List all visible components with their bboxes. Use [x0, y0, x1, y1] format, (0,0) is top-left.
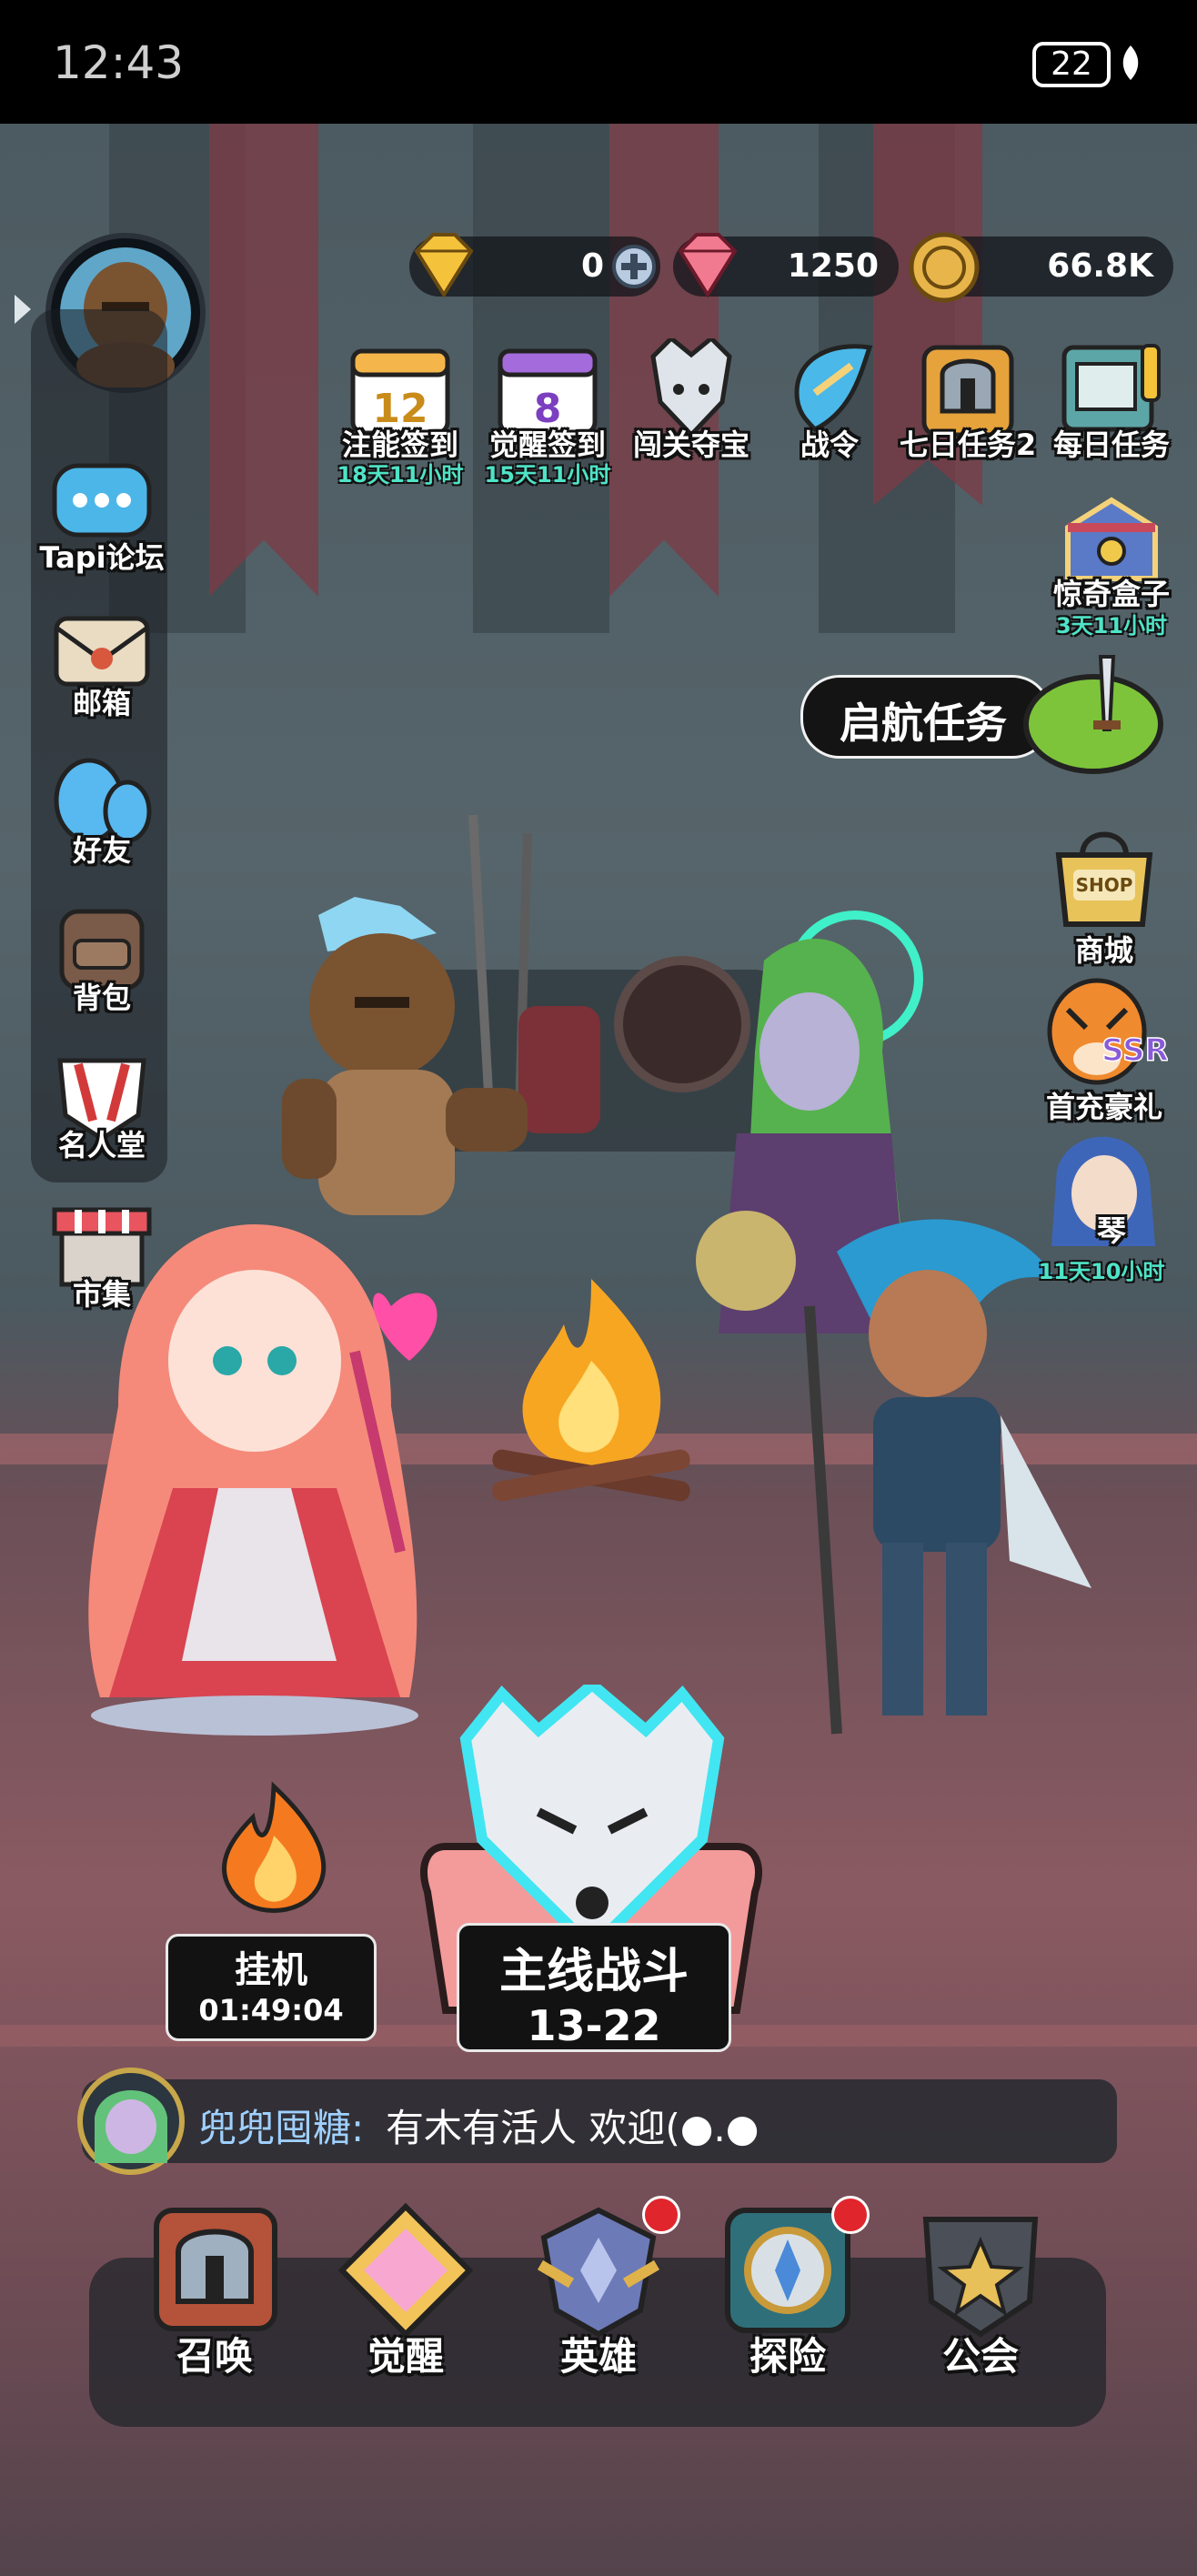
voyage-quest-label: 启航任务: [840, 699, 1007, 748]
chat-message: 有木有活人 欢迎(●.●: [386, 2106, 759, 2150]
hall-of-fame-label: 名人堂: [57, 1128, 146, 1162]
qin-timer: 11天10小时: [1038, 1259, 1165, 1284]
nav-hero-label: 英雄: [559, 2334, 637, 2379]
market-label: 市集: [72, 1277, 131, 1312]
event-timer: 18天11小时: [337, 462, 464, 488]
gold-value: 0: [580, 247, 604, 285]
event-label: 七日任务2: [899, 428, 1037, 462]
guild-star-icon: [922, 2217, 1039, 2338]
diamond-icon: [678, 233, 738, 298]
tapi-forum-button[interactable]: Tapi论坛: [38, 453, 166, 589]
clock: 12:43: [53, 36, 185, 89]
nav-explore-label: 探险: [749, 2334, 826, 2379]
event-label: 战令: [800, 428, 859, 462]
explore-notification-dot: [831, 2196, 870, 2234]
hero-notification-dot: [642, 2196, 680, 2234]
add-gold-icon[interactable]: [611, 244, 657, 289]
friends-button[interactable]: 好友: [38, 748, 166, 884]
event-label: 每日任务: [1052, 428, 1170, 462]
tiger-icon: SSR: [1047, 978, 1170, 1085]
main-battle-stage: 13-22: [527, 2001, 661, 2050]
tapi-forum-label: Tapi论坛: [39, 540, 165, 575]
slime-sword-icon[interactable]: [1019, 648, 1168, 775]
surprise-box-button[interactable]: 惊奇盒子 3天11小时: [1053, 491, 1170, 639]
gold-currency[interactable]: 0: [409, 233, 660, 298]
coin-currency[interactable]: 66.8K: [909, 232, 1173, 303]
awaken-crystal-icon: [337, 2202, 474, 2339]
idle-button[interactable]: 挂机 01:49:04: [166, 1934, 377, 2041]
nav-summon-label: 召唤: [176, 2334, 253, 2379]
main-battle-button[interactable]: 主线战斗 13-22: [457, 1923, 731, 2052]
chat-sender-name: 兜兜囤糖:: [198, 2106, 365, 2150]
event-seven-day-quest[interactable]: 七日任务2: [900, 338, 1036, 466]
battery-icon: 22: [1032, 42, 1111, 87]
mailbox-label: 邮箱: [72, 686, 131, 720]
idle-label: 挂机: [235, 1949, 307, 1991]
event-daily-quest[interactable]: 每日任务: [1053, 338, 1170, 466]
mailbox-button[interactable]: 邮箱: [38, 600, 166, 737]
event-timer: 15天11小时: [484, 462, 611, 488]
surprise-box-timer: 3天11小时: [1055, 613, 1168, 639]
ssr-badge-text: SSR: [1101, 1032, 1168, 1069]
nav-guild-label: 公会: [941, 2334, 1019, 2379]
qin-event-button[interactable]: 琴 11天10小时: [1033, 1124, 1170, 1288]
diamond-value: 1250: [787, 247, 879, 285]
event-awaken-signin[interactable]: 8 觉醒签到 15天11小时: [485, 338, 610, 488]
shop-badge-text: SHOP: [1076, 874, 1133, 896]
shop-label: 商城: [1074, 933, 1133, 968]
event-battle-pass[interactable]: 战令: [779, 338, 880, 466]
chat-avatar-icon: [77, 2068, 185, 2175]
nav-awaken[interactable]: 觉醒: [329, 2201, 482, 2379]
chat-bar[interactable]: 兜兜囤糖: 有木有活人 欢迎(●.●: [77, 2068, 1117, 2175]
coin-icon: [909, 232, 980, 303]
idle-timer: 01:49:04: [198, 1993, 344, 2028]
first-recharge-label: 首充豪礼: [1045, 1090, 1162, 1124]
nav-explore[interactable]: 探险: [711, 2196, 870, 2379]
diamond-currency[interactable]: 1250: [673, 233, 899, 298]
leaf-icon: [1122, 45, 1139, 80]
idle-flame-icon[interactable]: [207, 1781, 340, 1917]
nav-guild[interactable]: 公会: [904, 2201, 1057, 2379]
backpack-button[interactable]: 背包: [38, 895, 166, 1031]
friends-label: 好友: [72, 833, 131, 868]
wall-banner: [209, 124, 318, 597]
shop-button[interactable]: SHOP 商城: [1041, 819, 1168, 968]
gold-gem-icon: [414, 233, 474, 298]
expand-arrow-icon[interactable]: [11, 291, 35, 327]
backpack-label: 背包: [72, 981, 131, 1015]
event-stage-treasure[interactable]: 闯关夺宝: [633, 335, 749, 466]
event-charge-signin[interactable]: 12 注能签到 18天11小时: [337, 338, 463, 488]
status-bar: 12:43 22: [0, 0, 1197, 124]
first-recharge-button[interactable]: SSR 首充豪礼: [1041, 973, 1170, 1128]
nav-awaken-label: 觉醒: [367, 2334, 444, 2379]
voyage-quest-button[interactable]: 启航任务: [800, 675, 1051, 759]
nav-hero[interactable]: 英雄: [522, 2196, 680, 2379]
wolf-emblem-icon[interactable]: [448, 1685, 737, 1957]
nav-summon[interactable]: 召唤: [138, 2201, 291, 2379]
main-battle-label: 主线战斗: [498, 1945, 689, 1999]
summon-book-icon: [154, 2208, 277, 2331]
event-label: 闯关夺宝: [632, 428, 749, 462]
qin-label: 琴: [1097, 1213, 1127, 1248]
market-button[interactable]: 市集: [38, 1192, 166, 1328]
hall-of-fame-button[interactable]: 名人堂: [38, 1042, 166, 1179]
coin-value: 66.8K: [1047, 247, 1153, 285]
shop-bag-icon: SHOP: [1055, 831, 1153, 927]
